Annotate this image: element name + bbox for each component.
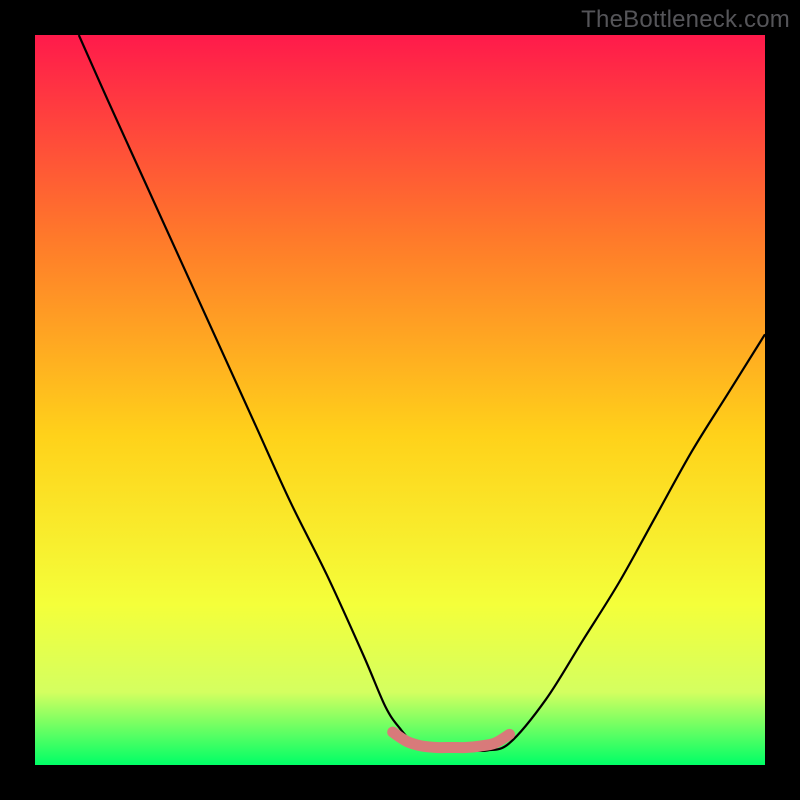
chart-frame: TheBottleneck.com <box>0 0 800 800</box>
plot-area <box>35 35 765 765</box>
gradient-background <box>35 35 765 765</box>
watermark-text: TheBottleneck.com <box>581 6 790 34</box>
chart-svg <box>35 35 765 765</box>
